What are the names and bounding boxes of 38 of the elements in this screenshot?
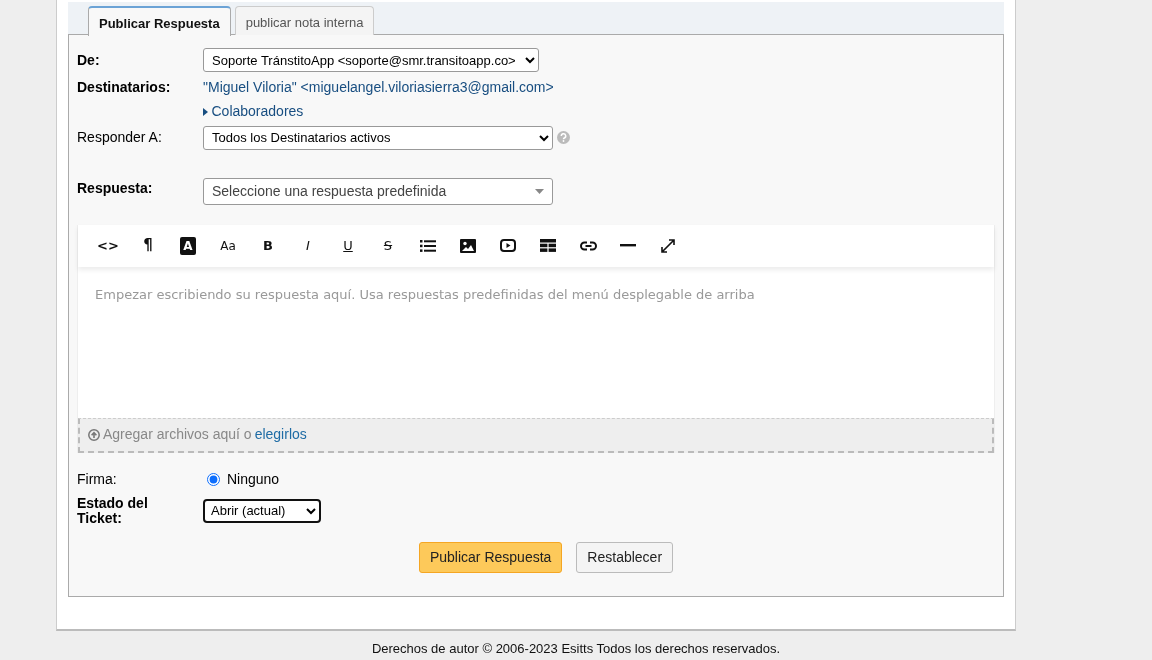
underline-button[interactable]: U bbox=[328, 230, 368, 261]
caret-icon bbox=[535, 188, 544, 194]
tab[interactable]: publicar nota interna bbox=[234, 6, 375, 35]
font-color-button[interactable]: A bbox=[168, 230, 208, 261]
italic-button[interactable]: I bbox=[288, 230, 328, 261]
field-label: Estado del Ticket: bbox=[77, 495, 149, 527]
image-icon bbox=[460, 238, 476, 253]
link-icon bbox=[579, 240, 597, 251]
play-icon bbox=[500, 239, 516, 252]
choose-files-link[interactable]: elegirlos bbox=[254, 424, 307, 445]
paragraph-button[interactable]: ¶ bbox=[128, 230, 168, 261]
status-select[interactable]: Abrir (actual) bbox=[203, 498, 321, 523]
radio-label: Ninguno bbox=[227, 469, 280, 489]
reply-to-select[interactable]: Todos los Destinatarios activos bbox=[203, 125, 553, 150]
font-size-button[interactable]: Aa bbox=[208, 230, 248, 261]
from-select[interactable]: Soporte TránstitoApp <soporte@smr.transitoapp.co> bbox=[203, 48, 539, 72]
collaborators-link[interactable]: Colaboradores bbox=[203, 101, 304, 122]
submit-button[interactable]: Publicar Respuesta bbox=[418, 542, 563, 574]
field-label: Destinatarios: bbox=[77, 77, 172, 97]
code-button[interactable]: <> bbox=[88, 230, 128, 261]
upload-icon bbox=[88, 428, 100, 441]
field-label: Respuesta: bbox=[77, 178, 154, 198]
horizontal-line-icon bbox=[620, 244, 636, 247]
strikethrough-button[interactable]: S bbox=[368, 230, 408, 261]
copyright-text: Derechos de autor © 2006-2023 Esitts Todos los derechos reservados. bbox=[370, 640, 782, 658]
field-label: De: bbox=[77, 50, 101, 70]
field-label: Firma: bbox=[77, 469, 118, 489]
field-label: Responder A: bbox=[77, 128, 163, 147]
table-icon bbox=[540, 239, 556, 252]
bold-button[interactable]: B bbox=[248, 230, 288, 261]
recipient-text: "Miguel Viloria" <miguelangel.viloriasierra3@gmail.com> bbox=[203, 77, 554, 97]
list-icon bbox=[420, 239, 436, 252]
tab[interactable]: Publicar Respuesta bbox=[88, 6, 231, 36]
expand-icon bbox=[660, 237, 676, 254]
radio-button[interactable] bbox=[207, 472, 220, 486]
reset-button[interactable]: Restablecer bbox=[576, 542, 674, 574]
response-select[interactable]: Seleccione una respuesta predefinida bbox=[203, 177, 553, 205]
attach-text: Agregar archivos aquí o bbox=[103, 425, 252, 444]
